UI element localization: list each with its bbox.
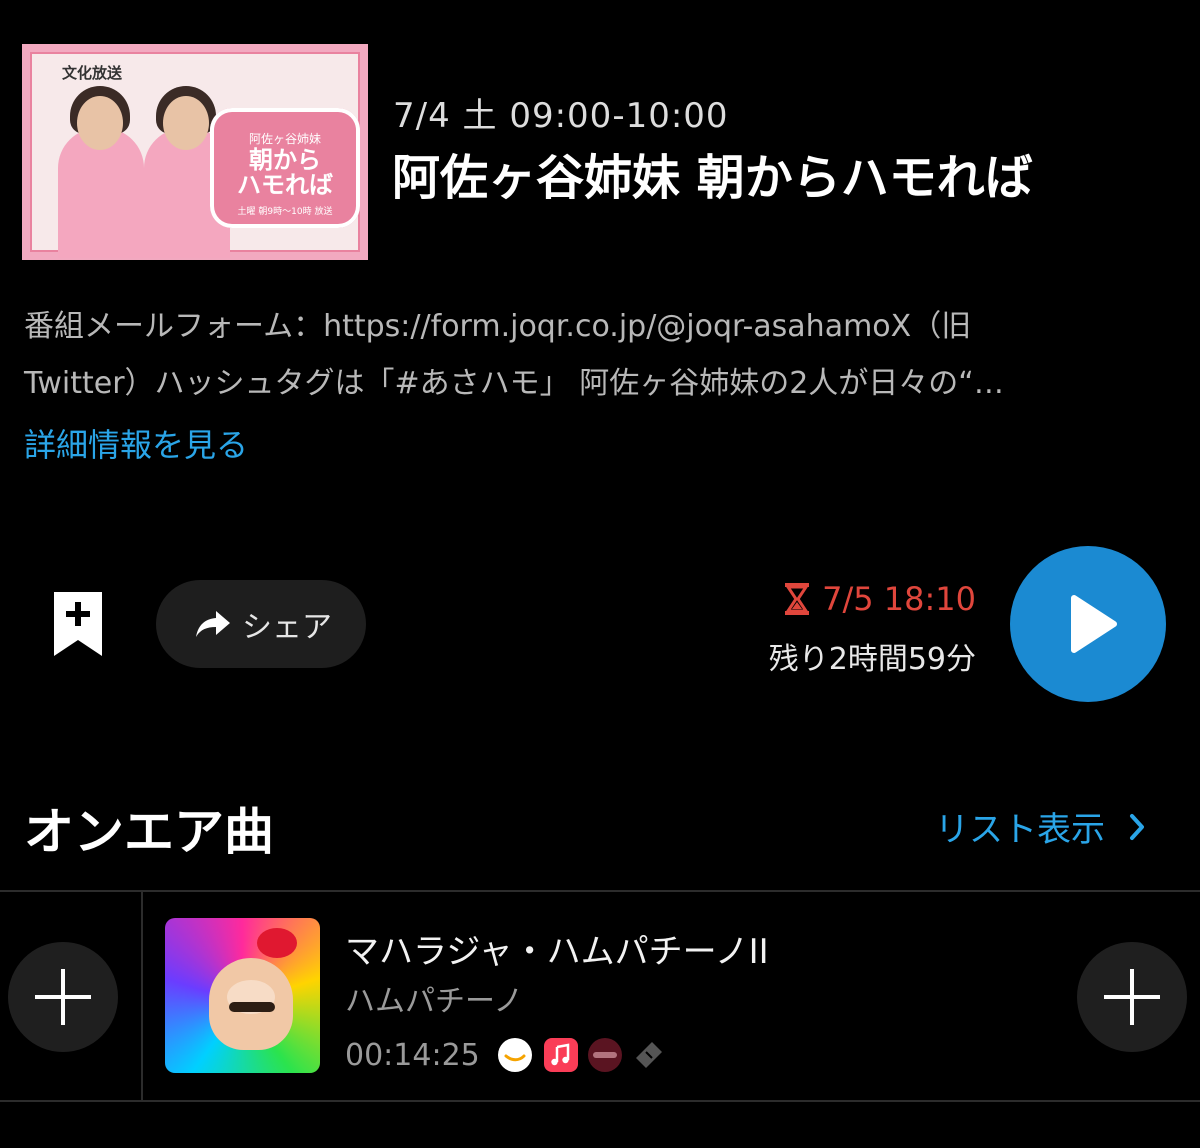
amazon-music-icon[interactable] — [498, 1038, 532, 1072]
share-arrow-icon — [196, 611, 230, 637]
divider — [141, 892, 143, 1100]
song-artist: ハムパチーノ — [345, 984, 524, 1019]
remaining-time: 残り2時間59分 — [768, 642, 976, 677]
list-view-label: リスト表示 — [935, 810, 1105, 850]
song-jacket[interactable] — [165, 918, 320, 1073]
divider — [0, 1100, 1200, 1102]
program-title: 阿佐ヶ谷姉妹 朝からハモれば — [392, 150, 1033, 206]
air-time: 7/4 土 09:00-10:00 — [393, 96, 729, 136]
description-line: Twitter）ハッシュタグは「#あさハモ」 阿佐ヶ谷姉妹の2人が日々の“… — [24, 366, 1004, 401]
chevron-right-icon — [1130, 813, 1144, 840]
add-song-left-button[interactable] — [8, 942, 118, 1052]
program-description: 番組メールフォーム：https://form.joqr.co.jp/@joqr-… — [24, 298, 1184, 412]
hourglass-icon — [785, 583, 810, 615]
plus-icon — [1104, 969, 1160, 1025]
divider — [0, 890, 1200, 892]
onair-heading: オンエア曲 — [24, 803, 274, 861]
description-line: 番組メールフォーム：https://form.joqr.co.jp/@joqr-… — [24, 309, 972, 344]
share-button[interactable]: シェア — [156, 580, 366, 668]
add-song-right-button[interactable] — [1077, 942, 1187, 1052]
more-info-link[interactable]: 詳細情報を見る — [24, 420, 248, 466]
plus-icon — [35, 969, 91, 1025]
song-title: マハラジャ・ハムパチーノII — [345, 932, 769, 972]
expire-date: 7/5 18:10 — [784, 580, 976, 618]
ticket-icon[interactable] — [632, 1038, 666, 1072]
program-badge: 阿佐ヶ谷姉妹 朝から ハモれば 土曜 朝9時〜10時 放送 — [210, 108, 360, 228]
bookmark-add-icon — [54, 592, 102, 656]
list-view-link[interactable]: リスト表示 — [935, 802, 1145, 851]
bookmark-button[interactable] — [52, 590, 104, 658]
apple-music-icon[interactable] — [544, 1038, 578, 1072]
expire-date-text: 7/5 18:10 — [822, 580, 976, 618]
program-thumbnail: 文化放送 阿佐ヶ谷姉妹 朝から ハモれば 土曜 朝9時〜10時 放送 — [22, 44, 368, 260]
play-button[interactable] — [1010, 546, 1166, 702]
play-icon — [1071, 595, 1117, 653]
song-time: 00:14:25 — [345, 1038, 480, 1073]
recochoku-icon[interactable] — [588, 1038, 622, 1072]
share-label: シェア — [242, 610, 332, 645]
